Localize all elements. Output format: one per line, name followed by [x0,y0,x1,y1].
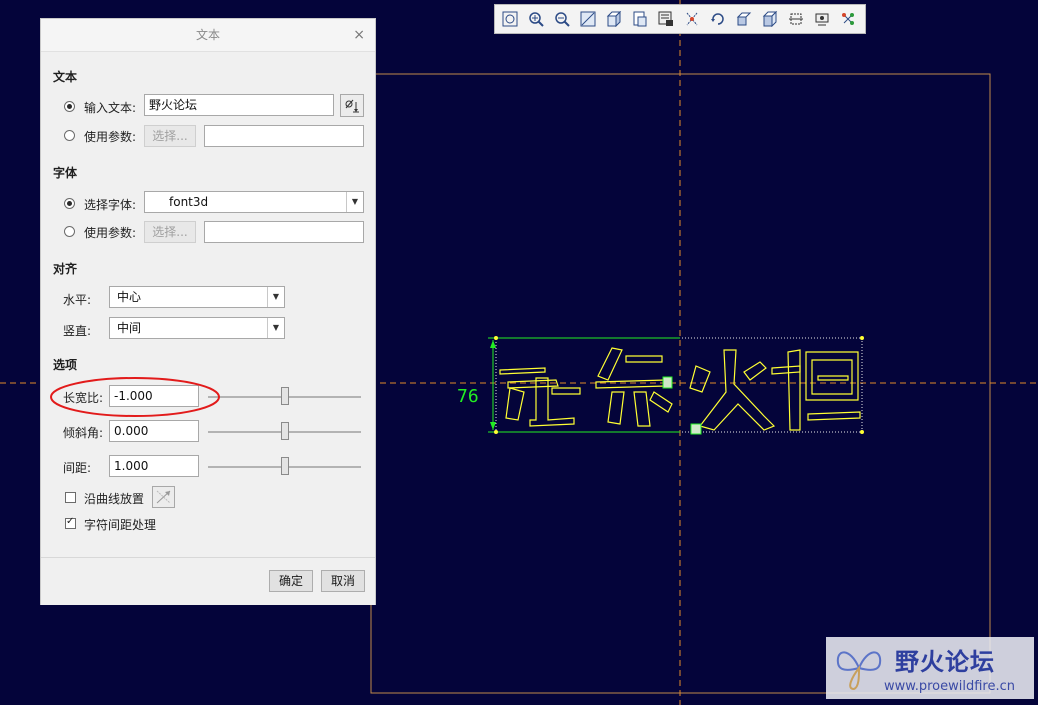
horizontal-label: 水平: [63,293,92,307]
use-param-radio-text[interactable] [64,130,75,141]
use-param-label-text: 使用参数: [84,130,137,144]
slant-angle-slider-thumb[interactable] [281,422,289,440]
slant-angle-input[interactable]: 0.000 [109,420,199,442]
text-dialog: 文本 × 文本 输入文本: 野火论坛 使用参数: 选择... 字体 选择字体: … [40,18,376,605]
vertical-label: 竖直: [63,324,92,338]
flip-direction-button[interactable] [152,486,175,508]
view-toolbar [494,4,866,34]
select-font-label: 选择字体: [84,198,137,212]
select-param-button-text[interactable]: 选择... [144,125,196,147]
zoom-out-icon[interactable] [551,8,573,30]
chevron-down-icon: ▼ [346,192,363,212]
horizontal-align-dropdown[interactable]: 中心 ▼ [109,286,285,308]
chevron-down-icon: ▼ [267,318,284,338]
sketcher-display-icon[interactable] [811,8,833,30]
select-font-radio[interactable] [64,198,75,209]
watermark-url: www.proewildfire.cn [884,679,1015,694]
butterfly-logo-icon [836,651,882,691]
highlight-annotation [50,377,220,417]
view-manager-icon[interactable] [655,8,677,30]
select-param-button-font[interactable]: 选择... [144,221,196,243]
spin-center-icon[interactable] [707,8,729,30]
dialog-footer: 确定 取消 [41,557,375,605]
along-curve-label: 沿曲线放置 [84,492,145,506]
input-text-radio[interactable] [64,101,75,112]
spacing-input[interactable]: 1.000 [109,455,199,477]
annotation-display-icon[interactable] [733,8,755,30]
constraint-display-icon[interactable] [837,8,859,30]
horizontal-align-value: 中心 [117,290,142,304]
section-heading-text: 文本 [53,70,78,84]
kerning-label: 字符间距处理 [84,518,157,532]
input-text-label: 输入文本: [84,101,137,115]
forum-watermark: 野火论坛 www.proewildfire.cn [826,637,1034,699]
datum-display-icon[interactable] [681,8,703,30]
close-icon[interactable]: × [353,28,365,42]
refit-icon[interactable] [499,8,521,30]
cancel-button[interactable]: 取消 [321,570,365,592]
use-param-radio-font[interactable] [64,226,75,237]
rotation-handle [690,423,702,435]
font-dropdown-value: font3d [169,195,209,209]
slant-angle-label: 倾斜角: [63,426,104,440]
dialog-title: 文本 [41,19,375,52]
spacing-slider-thumb[interactable] [281,457,289,475]
display-style-icon[interactable] [603,8,625,30]
use-param-label-font: 使用参数: [84,226,137,240]
orient-icon[interactable] [759,8,781,30]
spacing-label: 间距: [63,461,92,475]
chevron-down-icon: ▼ [267,287,284,307]
param-field-font[interactable] [204,221,364,243]
dimension-arrow-bottom [490,422,496,430]
along-curve-checkbox[interactable] [65,492,76,503]
font-dropdown[interactable]: font3d ▼ [144,191,364,213]
ok-button[interactable]: 确定 [269,570,313,592]
repaint-icon[interactable] [577,8,599,30]
aspect-ratio-slider-thumb[interactable] [281,387,289,405]
watermark-title: 野火论坛 [895,648,995,676]
kerning-checkbox[interactable] [65,516,76,529]
vertical-align-value: 中间 [117,321,142,335]
section-heading-options: 选项 [53,358,78,372]
saved-views-icon[interactable] [629,8,651,30]
input-text-field[interactable]: 野火论坛 [144,94,334,116]
text-symbol-icon [345,99,359,113]
flip-direction-icon [156,490,171,504]
param-field-text[interactable] [204,125,364,147]
section-heading-align: 对齐 [53,262,78,276]
zoom-in-icon[interactable] [525,8,547,30]
section-heading-font: 字体 [53,166,78,180]
dimension-value[interactable]: 76 [457,386,479,407]
text-origin-marker [662,376,673,389]
sketch-view-icon[interactable] [785,8,807,30]
special-symbol-button[interactable] [340,94,364,117]
dimension-arrow-top [490,340,496,348]
vertical-align-dropdown[interactable]: 中间 ▼ [109,317,285,339]
